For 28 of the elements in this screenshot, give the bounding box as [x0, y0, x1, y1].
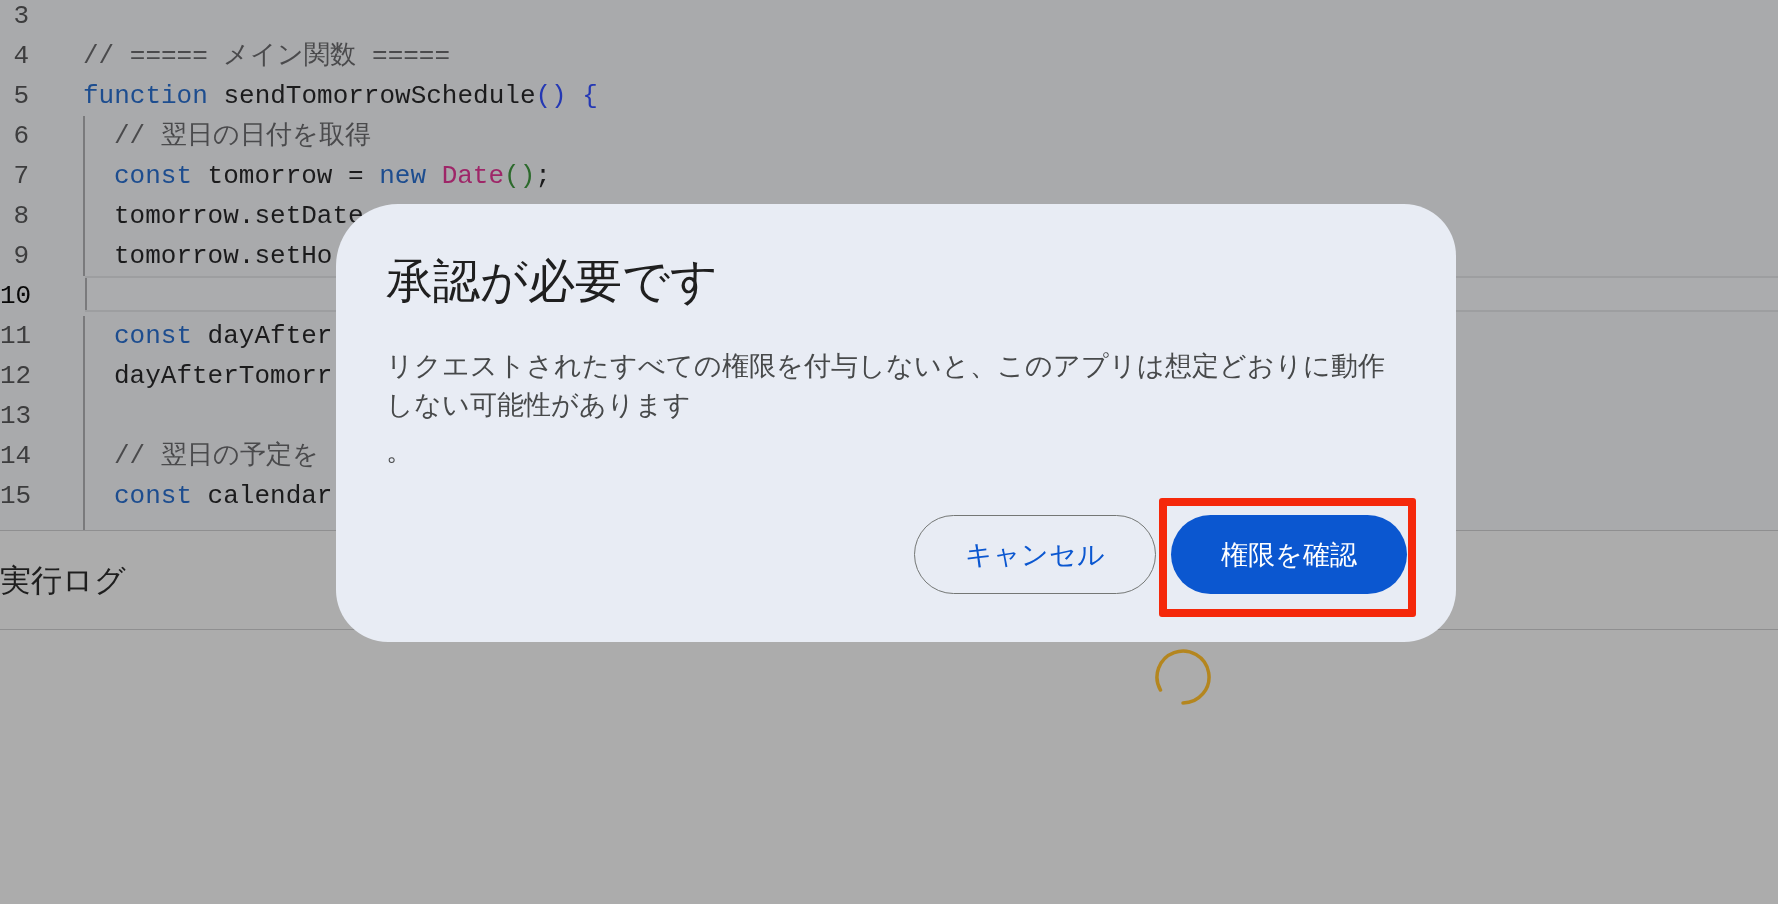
dialog-message: リクエストされたすべての権限を付与しないと、このアプリは想定どおりに動作しない可能性があります: [386, 349, 1386, 422]
code-line: const tomorrow = new Date();: [114, 161, 551, 191]
line-number: 3: [12, 0, 30, 33]
line-number: 8: [12, 200, 30, 233]
line-number: 4: [12, 40, 30, 73]
code-line: const dayAfter: [114, 321, 333, 351]
line-number: 11: [0, 320, 33, 353]
line-number: 7: [12, 160, 30, 193]
line-number: 14: [0, 440, 33, 473]
code-line: tomorrow.setHo: [114, 241, 333, 271]
line-number: 6: [12, 120, 30, 153]
code-line: // 翌日の日付を取得: [114, 121, 371, 151]
line-number: 5: [12, 80, 30, 113]
line-number: 12: [0, 360, 33, 393]
log-panel-title: 実行ログ: [0, 561, 126, 600]
code-line: const calendar: [114, 481, 333, 511]
line-number: 10: [0, 280, 33, 313]
code-line: function sendTomorrowSchedule() {: [83, 81, 598, 111]
confirm-button[interactable]: 権限を確認: [1171, 515, 1407, 594]
dialog-title: 承認が必要です: [386, 252, 719, 310]
line-number: 15: [0, 480, 33, 513]
code-line: tomorrow.setDate: [114, 201, 364, 231]
dialog-message: 。: [386, 434, 414, 468]
code-line: // 翌日の予定を: [114, 441, 319, 471]
line-number: 9: [12, 240, 30, 273]
line-number: 13: [0, 400, 33, 433]
code-line: // ===== メイン関数 =====: [83, 41, 451, 71]
code-line: dayAfterTomorr: [114, 361, 333, 391]
